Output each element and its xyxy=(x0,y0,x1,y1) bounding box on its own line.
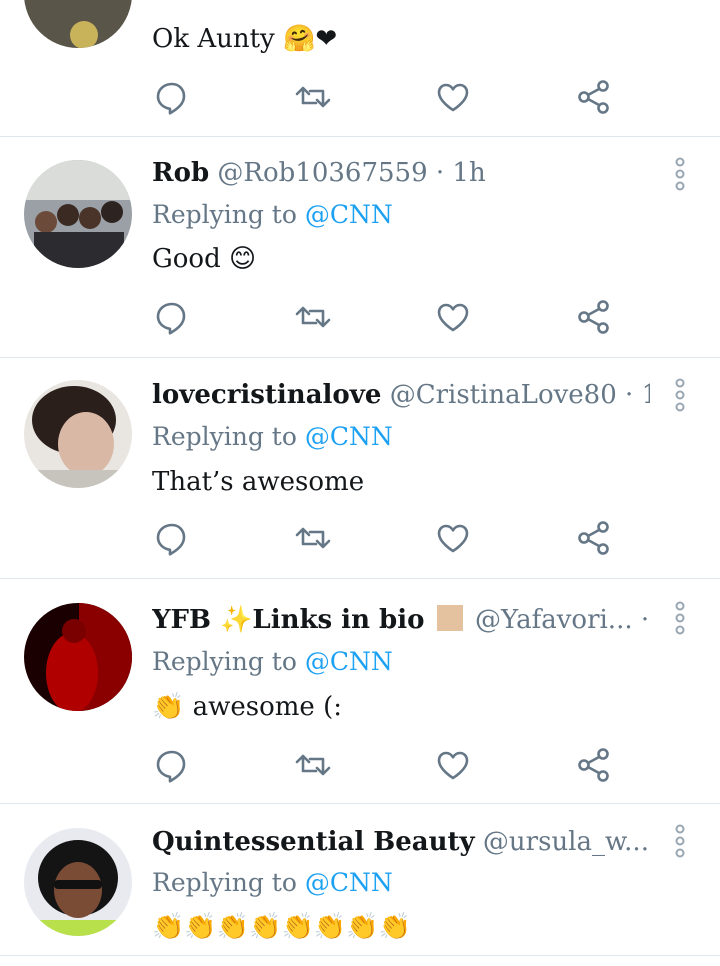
more-vertical-icon[interactable] xyxy=(670,601,690,635)
replying-to: Replying to @CNN xyxy=(152,868,393,897)
replying-to: Replying to @CNN xyxy=(152,200,393,229)
tweet-header: Quintessential Beauty @ursula_w... · 43m xyxy=(152,824,650,860)
action-bar xyxy=(0,77,720,117)
mention-link[interactable]: @CNN xyxy=(305,868,393,897)
tweet-text: 👏👏👏👏👏👏👏👏 xyxy=(152,908,411,946)
avatar[interactable] xyxy=(24,380,132,488)
user-handle[interactable]: @ursula_w... xyxy=(483,827,649,857)
timestamp[interactable]: 1h xyxy=(642,380,650,410)
share-icon[interactable] xyxy=(574,297,614,337)
heart-icon[interactable] xyxy=(433,745,473,785)
tweet-header: Rob @Rob10367559 · 1h xyxy=(152,155,650,191)
retweet-icon[interactable] xyxy=(293,297,333,337)
tweet-3[interactable]: YFB ✨Links in bio @Yafavori... · 58m Rep… xyxy=(0,579,720,804)
user-handle[interactable]: @CristinaLove80 xyxy=(390,380,617,410)
tweet-2[interactable]: lovecristinalove @CristinaLove80 · 1h Re… xyxy=(0,358,720,579)
separator: · xyxy=(625,380,634,410)
reply-icon[interactable] xyxy=(152,77,192,117)
more-vertical-icon[interactable] xyxy=(670,824,690,858)
reply-icon[interactable] xyxy=(152,745,192,785)
user-handle[interactable]: @Yafavori... xyxy=(475,605,633,635)
avatar[interactable] xyxy=(24,603,132,711)
avatar[interactable] xyxy=(24,160,132,268)
reply-icon[interactable] xyxy=(152,518,192,558)
tweet-1[interactable]: Rob @Rob10367559 · 1h Replying to @CNN G… xyxy=(0,137,720,358)
user-handle[interactable]: @Rob10367559 xyxy=(217,158,427,188)
tweet-4[interactable]: Quintessential Beauty @ursula_w... · 43m… xyxy=(0,804,720,956)
action-bar xyxy=(0,745,720,785)
retweet-icon[interactable] xyxy=(293,77,333,117)
retweet-icon[interactable] xyxy=(293,518,333,558)
mention-link[interactable]: @CNN xyxy=(305,200,393,229)
timestamp[interactable]: 1h xyxy=(452,158,485,188)
share-icon[interactable] xyxy=(574,518,614,558)
flag-emoji-swatch xyxy=(436,605,463,631)
replying-to: Replying to @CNN xyxy=(152,422,393,451)
tweet-header: lovecristinalove @CristinaLove80 · 1h xyxy=(152,377,650,413)
emoji: 👏 xyxy=(152,692,185,722)
heart-icon[interactable] xyxy=(433,297,473,337)
share-icon[interactable] xyxy=(574,77,614,117)
mention-link[interactable]: @CNN xyxy=(305,647,393,676)
display-name[interactable]: YFB ✨Links in bio xyxy=(152,605,424,635)
emoji: 👏👏👏👏👏👏👏👏 xyxy=(152,912,411,942)
replying-to: Replying to @CNN xyxy=(152,647,393,676)
tweet-text: Ok Aunty 🤗❤ xyxy=(152,24,338,54)
reply-icon[interactable] xyxy=(152,297,192,337)
more-vertical-icon[interactable] xyxy=(670,378,690,412)
avatar[interactable] xyxy=(24,828,132,936)
mention-link[interactable]: @CNN xyxy=(305,422,393,451)
display-name[interactable]: Rob xyxy=(152,158,209,188)
action-bar xyxy=(0,297,720,337)
emoji: 😊 xyxy=(229,244,257,274)
tweet-header: YFB ✨Links in bio @Yafavori... · 58m xyxy=(152,602,650,638)
heart-icon[interactable] xyxy=(433,77,473,117)
emoji: 🤗❤ xyxy=(283,24,338,54)
action-bar xyxy=(0,518,720,558)
avatar[interactable] xyxy=(24,0,132,48)
more-vertical-icon[interactable] xyxy=(670,157,690,191)
share-icon[interactable] xyxy=(574,745,614,785)
separator: · xyxy=(640,605,650,635)
separator: · xyxy=(435,158,445,188)
display-name[interactable]: lovecristinalove xyxy=(152,380,381,410)
display-name[interactable]: Quintessential Beauty xyxy=(152,827,475,857)
retweet-icon[interactable] xyxy=(293,745,333,785)
tweet-text: Good 😊 xyxy=(152,244,257,274)
tweet-0[interactable]: Ok Aunty 🤗❤ xyxy=(0,0,720,137)
tweet-text: That’s awesome xyxy=(152,467,365,497)
heart-icon[interactable] xyxy=(433,518,473,558)
tweet-text: 👏 awesome (: xyxy=(152,692,342,722)
